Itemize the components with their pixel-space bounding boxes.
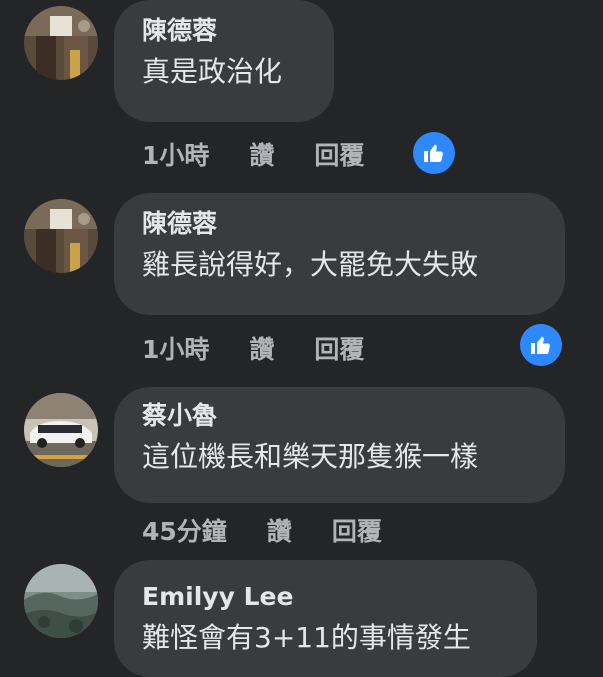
comment-actions: 1小時 讚 回覆 [142,134,364,174]
avatar-photo [24,6,98,80]
comment-text: 真是政治化 [142,55,283,88]
thumbs-up-icon [531,336,550,354]
avatar[interactable] [24,6,98,80]
comment-bubble: 陳德蓉 真是政治化 [114,0,334,122]
reply-button[interactable]: 回覆 [314,136,364,172]
comment-actions: 45分鐘 讚 回覆 [142,510,382,550]
comment-bubble: 蔡小魯 這位機長和樂天那隻猴一樣 [114,387,565,503]
comment-list: 陳德蓉 真是政治化 1小時 讚 回覆 陳德蓉 雞長說得好，大罷免大失敗 1小時 … [0,0,603,677]
avatar-photo [24,393,98,467]
comment-item: 陳德蓉 雞長說得好，大罷免大失敗 1小時 讚 回覆 [0,193,603,383]
like-button[interactable]: 讚 [249,136,274,172]
reply-button[interactable]: 回覆 [314,330,364,366]
comment-timestamp[interactable]: 1小時 [142,330,209,366]
comment-author[interactable]: 陳德蓉 [142,16,306,46]
comment-item: 蔡小魯 這位機長和樂天那隻猴一樣 45分鐘 讚 回覆 [0,387,603,557]
avatar-photo [24,564,98,638]
comment-author[interactable]: Emilyy Lee [142,582,509,612]
comment-text: 難怪會有3+11的事情發生 [142,621,471,654]
comment-bubble: 陳德蓉 雞長說得好，大罷免大失敗 [114,193,565,315]
like-button[interactable]: 讚 [267,512,292,548]
reaction-badge[interactable] [413,132,455,174]
avatar[interactable] [24,564,98,638]
comment-item: 陳德蓉 真是政治化 1小時 讚 回覆 [0,0,603,190]
avatar-photo [24,199,98,273]
comment-author[interactable]: 蔡小魯 [142,401,537,431]
comment-item: Emilyy Lee 難怪會有3+11的事情發生 [0,560,603,677]
avatar[interactable] [24,393,98,467]
comment-timestamp[interactable]: 1小時 [142,136,209,172]
comment-bubble: Emilyy Lee 難怪會有3+11的事情發生 [114,560,537,677]
comment-actions: 1小時 讚 回覆 [142,328,364,368]
reaction-badge[interactable] [520,324,562,366]
thumbs-up-icon [424,144,443,162]
comment-author[interactable]: 陳德蓉 [142,209,537,239]
comment-text: 雞長說得好，大罷免大失敗 [142,248,479,281]
comment-text: 這位機長和樂天那隻猴一樣 [142,440,479,473]
reply-button[interactable]: 回覆 [332,512,382,548]
avatar[interactable] [24,199,98,273]
comment-timestamp[interactable]: 45分鐘 [142,512,227,548]
like-button[interactable]: 讚 [249,330,274,366]
